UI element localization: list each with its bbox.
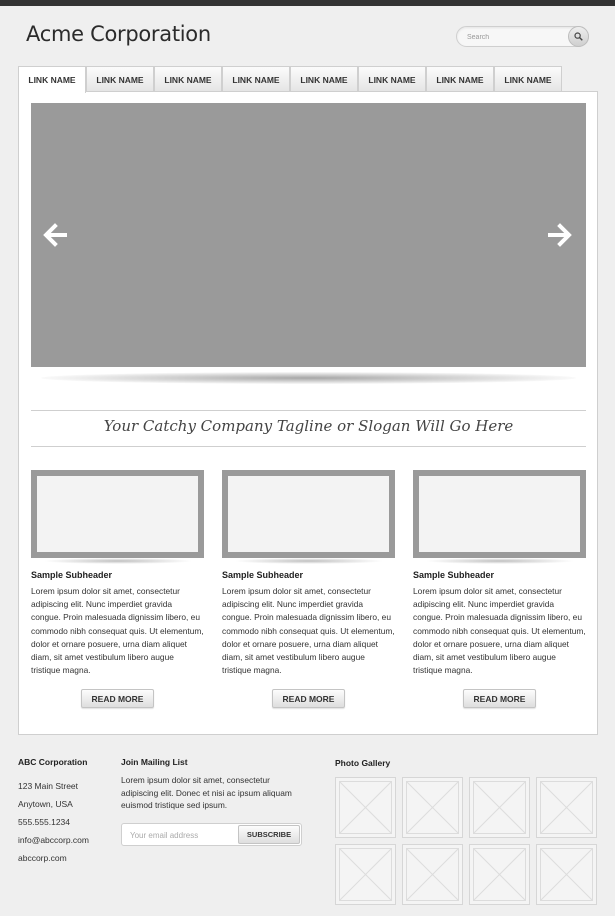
feature-image bbox=[222, 470, 395, 558]
nav-tab-7[interactable]: LINK NAME bbox=[426, 66, 494, 92]
nav-tab-1[interactable]: LINK NAME bbox=[18, 66, 86, 93]
image-placeholder-icon bbox=[540, 848, 593, 901]
nav-tab-6[interactable]: LINK NAME bbox=[358, 66, 426, 92]
slider-prev-button[interactable] bbox=[41, 221, 69, 249]
main-nav: LINK NAME LINK NAME LINK NAME LINK NAME … bbox=[18, 66, 562, 93]
image-placeholder-icon bbox=[406, 781, 459, 834]
search-button[interactable] bbox=[568, 26, 589, 47]
address-city: Anytown, USA bbox=[18, 799, 73, 809]
feature-text: Lorem ipsum dolor sit amet, consectetur … bbox=[31, 586, 204, 676]
nav-tab-8[interactable]: LINK NAME bbox=[494, 66, 562, 92]
image-placeholder-icon bbox=[339, 781, 392, 834]
feature-column-3: Sample Subheader Lorem ipsum dolor sit a… bbox=[413, 470, 586, 708]
feature-column-1: Sample Subheader Lorem ipsum dolor sit a… bbox=[31, 470, 204, 708]
top-bar bbox=[0, 0, 615, 6]
arrow-right-icon bbox=[548, 223, 572, 247]
search-icon bbox=[574, 32, 583, 41]
mailing-title: Join Mailing List bbox=[121, 757, 188, 767]
gallery-thumbnail[interactable] bbox=[536, 844, 597, 905]
gallery-thumbnail[interactable] bbox=[335, 844, 396, 905]
image-placeholder-icon bbox=[406, 848, 459, 901]
image-placeholder-icon bbox=[540, 781, 593, 834]
feature-text: Lorem ipsum dolor sit amet, consectetur … bbox=[222, 586, 395, 676]
feature-image bbox=[31, 470, 204, 558]
website-link[interactable]: abccorp.com bbox=[18, 853, 89, 863]
email-field[interactable] bbox=[130, 829, 235, 841]
gallery-thumbnail[interactable] bbox=[402, 844, 463, 905]
divider-bottom bbox=[31, 446, 586, 447]
gallery-thumbnail[interactable] bbox=[335, 777, 396, 838]
read-more-button[interactable]: READ MORE bbox=[463, 689, 536, 708]
feature-text: Lorem ipsum dolor sit amet, consectetur … bbox=[413, 586, 586, 676]
image-shadow bbox=[424, 558, 575, 564]
mailing-text: Lorem ipsum dolor sit amet, consectetur … bbox=[121, 775, 292, 810]
read-more-button[interactable]: READ MORE bbox=[272, 689, 345, 708]
phone-number: 555.555.1234 bbox=[18, 817, 70, 827]
nav-tab-5[interactable]: LINK NAME bbox=[290, 66, 358, 92]
arrow-left-icon bbox=[43, 223, 67, 247]
gallery-thumbnail[interactable] bbox=[469, 777, 530, 838]
feature-column-2: Sample Subheader Lorem ipsum dolor sit a… bbox=[222, 470, 395, 708]
feature-subheader: Sample Subheader bbox=[31, 570, 113, 580]
logo[interactable]: Acme Corporation bbox=[26, 22, 211, 46]
gallery-thumbnail[interactable] bbox=[536, 777, 597, 838]
mailing-list: Join Mailing List Lorem ipsum dolor sit … bbox=[121, 757, 301, 812]
divider-top bbox=[31, 410, 586, 411]
content-panel: Your Catchy Company Tagline or Slogan Wi… bbox=[18, 91, 598, 735]
image-placeholder-icon bbox=[339, 848, 392, 901]
hero-slider bbox=[31, 103, 586, 367]
image-placeholder-icon bbox=[473, 781, 526, 834]
gallery-title: Photo Gallery bbox=[335, 758, 391, 768]
feature-subheader: Sample Subheader bbox=[413, 570, 495, 580]
subscribe-button[interactable]: SUBSCRIBE bbox=[238, 825, 300, 844]
company-info: ABC Corporation 123 Main Street Anytown,… bbox=[18, 757, 89, 863]
tagline: Your Catchy Company Tagline or Slogan Wi… bbox=[103, 417, 514, 435]
slider-next-button[interactable] bbox=[546, 221, 574, 249]
search-box bbox=[456, 26, 589, 47]
nav-tab-2[interactable]: LINK NAME bbox=[86, 66, 154, 92]
address-street: 123 Main Street bbox=[18, 781, 79, 791]
mailing-form: SUBSCRIBE bbox=[121, 823, 302, 846]
image-shadow bbox=[233, 558, 384, 564]
search-input[interactable] bbox=[467, 30, 567, 44]
read-more-button[interactable]: READ MORE bbox=[81, 689, 154, 708]
email-link[interactable]: info@abccorp.com bbox=[18, 835, 89, 845]
nav-tab-3[interactable]: LINK NAME bbox=[154, 66, 222, 92]
slider-shadow bbox=[41, 372, 576, 384]
feature-subheader: Sample Subheader bbox=[222, 570, 304, 580]
nav-tab-4[interactable]: LINK NAME bbox=[222, 66, 290, 92]
gallery-thumbnail[interactable] bbox=[469, 844, 530, 905]
gallery-thumbnail[interactable] bbox=[402, 777, 463, 838]
image-shadow bbox=[42, 558, 193, 564]
feature-image bbox=[413, 470, 586, 558]
image-placeholder-icon bbox=[473, 848, 526, 901]
company-title: ABC Corporation bbox=[18, 757, 88, 767]
